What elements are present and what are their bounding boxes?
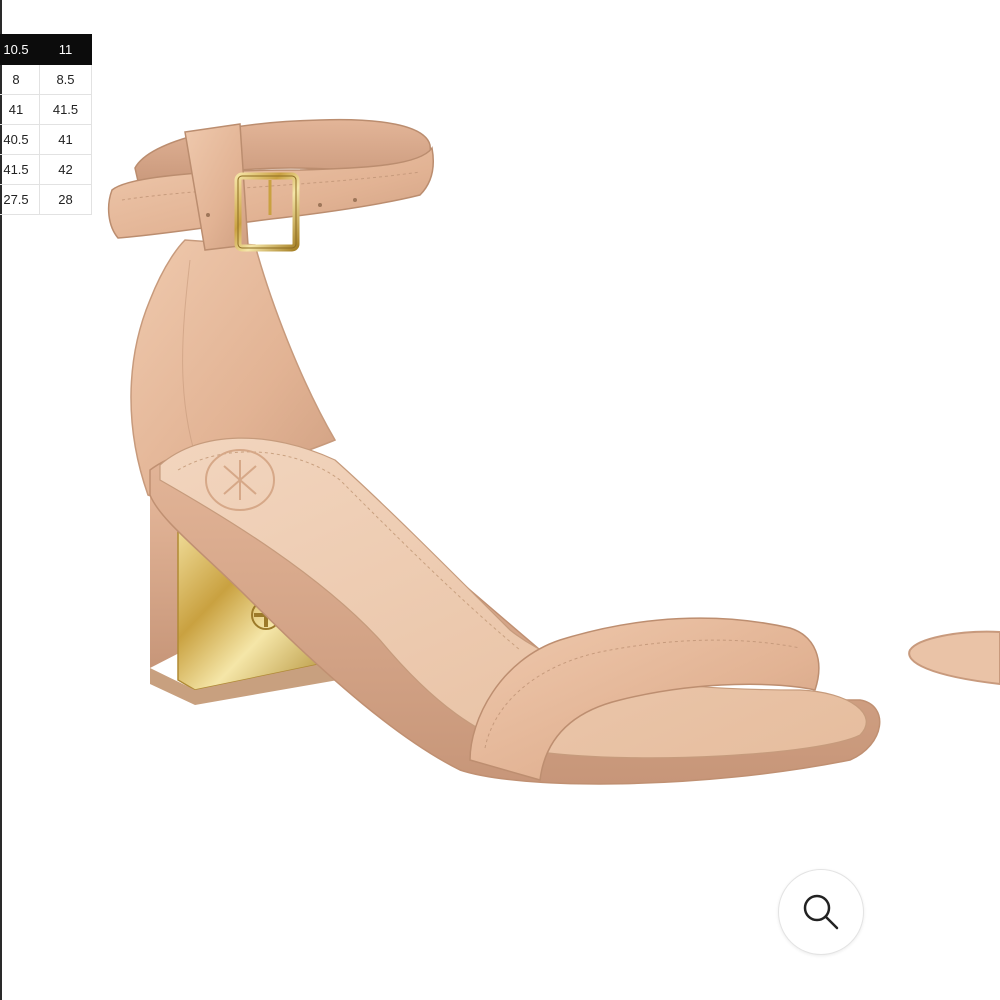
size-chart-cell: 11 [39,34,92,65]
size-chart-cell: 40.5 [0,124,40,155]
size-chart-cell: 41.5 [39,94,92,125]
size-chart-cell: 28 [39,184,92,215]
size-chart-cell: 8.5 [39,64,92,95]
product-image[interactable] [0,0,1000,1000]
size-chart-cell: 41.5 [0,154,40,185]
size-chart-cell: 41 [39,124,92,155]
zoom-button[interactable] [778,869,864,955]
size-chart-cell: 42 [39,154,92,185]
size-chart-row: 27.5 28 [0,184,92,215]
second-sandal-edge [908,630,1000,686]
product-gallery: 10.5 11 8 8.5 41 41.5 40.5 41 41.5 42 27… [0,0,1000,1000]
size-chart-row: 40.5 41 [0,124,92,155]
size-chart-row: 41.5 42 [0,154,92,185]
size-chart-cell: 8 [0,64,40,95]
size-chart-cell: 41 [0,94,40,125]
size-chart-cell: 27.5 [0,184,40,215]
magnifier-icon [803,894,839,930]
size-chart-row: 8 8.5 [0,64,92,95]
size-chart-header-row: 10.5 11 [0,34,92,65]
size-chart-cell: 10.5 [0,34,40,65]
size-chart-row: 41 41.5 [0,94,92,125]
size-chart: 10.5 11 8 8.5 41 41.5 40.5 41 41.5 42 27… [0,34,92,215]
